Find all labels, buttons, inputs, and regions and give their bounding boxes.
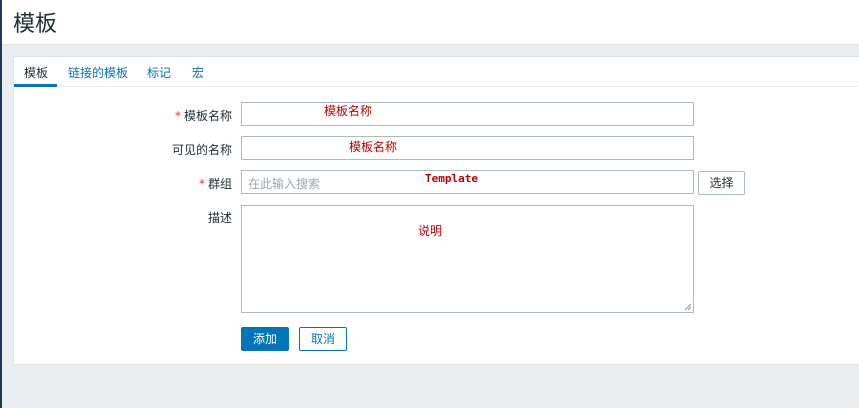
page-header: 模板 xyxy=(2,0,859,45)
sidebar-edge xyxy=(0,0,2,408)
visible-name-input[interactable] xyxy=(241,136,694,160)
tab-bar: 模板 链接的模板 标记 宏 xyxy=(14,57,859,87)
visible-name-annotation: 模板名称 xyxy=(349,140,398,154)
add-button[interactable]: 添加 xyxy=(241,327,289,351)
required-asterisk: * xyxy=(174,109,181,123)
tab-linked-templates[interactable]: 链接的模板 xyxy=(68,64,128,81)
template-form-card: 模板 链接的模板 标记 宏 * 模板名称 模板名称 可见的名称 模板名称 * 群组 … xyxy=(13,56,859,365)
template-name-input[interactable] xyxy=(241,102,694,126)
tab-macros[interactable]: 宏 xyxy=(192,64,204,81)
groups-placeholder: 在此输入搜索 xyxy=(248,177,321,191)
select-groups-button[interactable]: 选择 xyxy=(698,171,745,195)
description-annotation: 说明 xyxy=(418,224,443,238)
active-tab-indicator xyxy=(14,84,57,87)
page-title: 模板 xyxy=(13,12,58,37)
description-textarea[interactable] xyxy=(241,205,694,313)
groups-annotation: Template xyxy=(425,172,478,185)
template-name-annotation: 模板名称 xyxy=(324,104,373,118)
visible-name-label: 可见的名称 xyxy=(171,143,232,157)
description-label: 描述 xyxy=(207,211,232,225)
resize-grip-icon[interactable] xyxy=(684,303,692,311)
required-asterisk: * xyxy=(198,177,205,191)
tab-tags[interactable]: 标记 xyxy=(147,64,171,81)
groups-label: * 群组 xyxy=(198,177,232,191)
template-name-label: * 模板名称 xyxy=(174,109,232,123)
tab-template[interactable]: 模板 xyxy=(24,64,48,81)
cancel-button[interactable]: 取消 xyxy=(299,327,347,351)
